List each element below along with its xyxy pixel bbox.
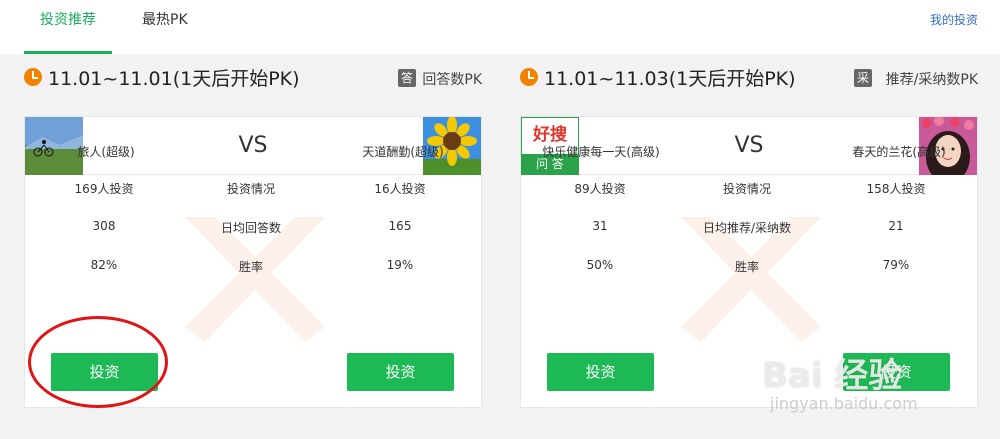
invest-left-button[interactable]: 投资 [547, 353, 654, 391]
right-investors: 16人投资 [374, 182, 426, 196]
left-win-rate: 50% [586, 258, 614, 272]
pk-period: 11.01~11.03(1天后开始PK) [544, 68, 796, 90]
watermark-url: jingyan.baidu.com [770, 394, 918, 413]
left-player-name[interactable]: 快乐健康每一天(高级) [527, 143, 675, 160]
pk-period: 11.01~11.01(1天后开始PK) [48, 68, 300, 90]
right-win-rate: 79% [882, 258, 910, 272]
left-daily-count: 308 [92, 219, 116, 233]
red-highlight-circle [28, 316, 168, 408]
right-daily-count: 165 [388, 219, 412, 233]
clock-icon [24, 68, 42, 86]
left-investors: 169人投资 [74, 182, 134, 196]
watermark-brand: Bai 经验 [762, 356, 903, 396]
left-player-name[interactable]: 旅人(超级) [71, 143, 141, 160]
my-investment-link[interactable]: 我的投资 [930, 0, 978, 40]
right-player-name[interactable]: 天道酬勤(超级) [343, 143, 463, 160]
left-investors: 89人投资 [574, 182, 626, 196]
investment-status-label: 投资情况 [722, 182, 771, 196]
win-rate-label: 胜率 [734, 260, 759, 274]
adopt-badge-icon: 采 [854, 69, 872, 87]
clock-icon [520, 68, 538, 86]
pk-type-label: 推荐/采纳数PK [885, 72, 978, 88]
win-rate-label: 胜率 [238, 260, 263, 274]
right-win-rate: 19% [386, 258, 414, 272]
right-player-name[interactable]: 春天的兰花(高级) [839, 143, 959, 160]
pk-type-label: 回答数PK [422, 72, 482, 88]
left-win-rate: 82% [90, 258, 118, 272]
daily-answers-label: 日均回答数 [220, 221, 281, 235]
invest-right-button[interactable]: 投资 [347, 353, 454, 391]
pk-panel-header: 11.01~11.03(1天后开始PK) 采 推荐/采纳数PK [520, 38, 978, 116]
right-investors: 158人投资 [866, 182, 926, 196]
left-daily-count: 31 [592, 219, 608, 233]
daily-recommend-label: 日均推荐/采纳数 [702, 221, 792, 235]
right-daily-count: 21 [888, 219, 904, 233]
baidu-jingyan-watermark: Bai 经验 jingyan.baidu.com [762, 348, 982, 420]
investment-status-label: 投资情况 [226, 182, 275, 196]
answer-badge-icon: 答 [398, 69, 416, 87]
pk-panel-header: 11.01~11.01(1天后开始PK) 答 回答数PK [24, 38, 482, 116]
